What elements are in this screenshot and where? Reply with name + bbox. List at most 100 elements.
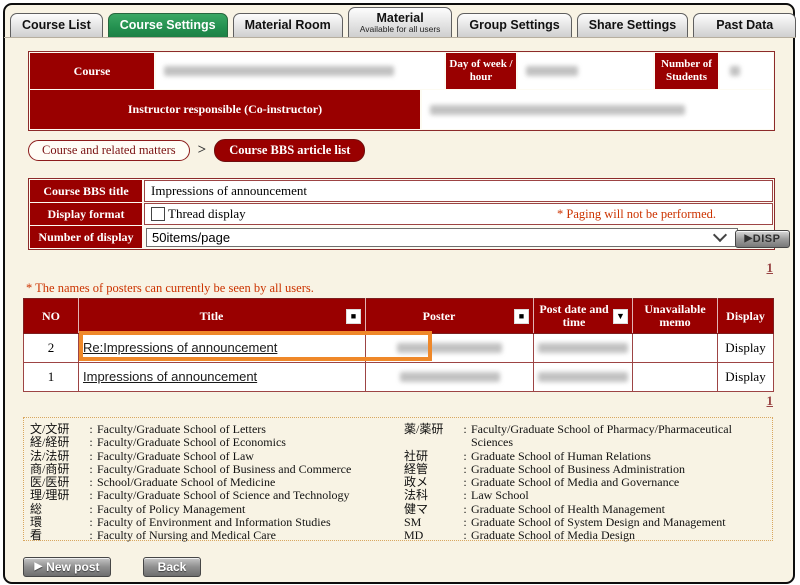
legend-item: 経管:Graduate School of Business Administr… [404, 463, 769, 476]
legend-item: 政メ:Graduate School of Media and Governan… [404, 476, 769, 489]
tabstrip-baseline [4, 37, 796, 38]
legend-item: 総:Faculty of Policy Management [30, 503, 400, 516]
instructor-label: Instructor responsible (Co-instructor) [30, 90, 420, 129]
disp-button-label: DISP [753, 233, 781, 245]
pagination-bottom: 1 [650, 392, 773, 410]
legend-item: MD:Graduate School of Media Design [404, 529, 769, 542]
course-info-table: Course Day of week / hour Number of Stud… [28, 51, 775, 131]
legend-left-column: 文/文研:Faculty/Graduate School of Letters … [30, 423, 400, 543]
day-of-week-value-cell [518, 53, 653, 89]
display-format-label: Display format [30, 203, 142, 225]
posters-visibility-note: * The names of posters can currently be … [26, 281, 314, 296]
tab-label: Material [376, 12, 423, 25]
disp-button[interactable]: ▶DISP [735, 230, 790, 248]
new-post-button[interactable]: ▶ New post [23, 557, 111, 577]
day-of-week-label: Day of week / hour [446, 53, 516, 89]
row-poster-cell [366, 363, 534, 392]
legend-item: 看:Faculty of Nursing and Medical Care [30, 529, 400, 542]
legend-item: 環:Faculty of Environment and Information… [30, 516, 400, 529]
redacted-poster-name [397, 343, 502, 353]
tab-past-data[interactable]: Past Data [693, 13, 796, 37]
sort-date-desc-icon[interactable]: ▼ [613, 309, 628, 324]
legend-item: 健マ:Graduate School of Health Management [404, 503, 769, 516]
tab-label: Share Settings [589, 19, 677, 32]
col-title: Title■ [79, 299, 366, 334]
col-poster: Poster ■ [366, 299, 534, 334]
triangle-right-icon: ▶ [34, 562, 42, 572]
display-format-cell: Thread display * Paging will not be perf… [144, 203, 773, 225]
row-poster-cell [366, 334, 534, 363]
tab-label: Past Data [716, 19, 773, 32]
row-no: 2 [24, 334, 79, 363]
row-title-cell: Re:Impressions of announcement [79, 334, 366, 363]
row-memo-cell [633, 334, 718, 363]
tab-course-settings[interactable]: Course Settings [108, 13, 228, 37]
legend-right-column: 薬/薬研:Faculty/Graduate School of Pharmacy… [404, 423, 769, 543]
col-poster-label: Poster [370, 310, 508, 323]
tab-label: Course Settings [120, 19, 216, 32]
legend-item: 薬/薬研:Faculty/Graduate School of Pharmacy… [404, 423, 769, 450]
legend-item: 社研:Graduate School of Human Relations [404, 450, 769, 463]
students-value-cell [720, 53, 773, 89]
faculty-legend: 文/文研:Faculty/Graduate School of Letters … [23, 417, 773, 541]
legend-item: 法科:Law School [404, 489, 769, 502]
redacted-post-date [538, 372, 628, 382]
new-post-button-label: New post [46, 560, 99, 574]
sort-poster-icon[interactable]: ■ [514, 309, 529, 324]
redacted-day-value [526, 66, 578, 76]
row-no: 1 [24, 363, 79, 392]
tab-course-list[interactable]: Course List [10, 13, 103, 37]
legend-item: SM:Graduate School of System Design and … [404, 516, 769, 529]
row-display-link[interactable]: Display [718, 334, 774, 363]
breadcrumb: Course and related matters > Course BBS … [28, 139, 365, 162]
tab-share-settings[interactable]: Share Settings [577, 13, 689, 37]
row-memo-cell [633, 363, 718, 392]
tabstrip: Course List Course Settings Material Roo… [10, 7, 792, 37]
back-button[interactable]: Back [143, 557, 201, 577]
course-label: Course [30, 53, 154, 89]
tab-material[interactable]: Material Available for all users [348, 7, 453, 37]
table-row: 2 Re:Impressions of announcement Display [24, 334, 774, 363]
tab-label: Material Room [245, 19, 331, 32]
tab-material-room[interactable]: Material Room [233, 13, 343, 37]
thread-display-checkbox-label: Thread display [168, 206, 246, 222]
tab-label: Group Settings [469, 19, 559, 32]
col-display: Display [718, 299, 774, 334]
paging-note: * Paging will not be performed. [557, 207, 716, 222]
col-date-label: Post date and time [538, 303, 610, 329]
pagination-top: 1 [650, 259, 773, 277]
legend-item: 商/商研:Faculty/Graduate School of Business… [30, 463, 400, 476]
row-date-cell [534, 334, 633, 363]
number-of-display-cell: 50items/page [144, 226, 773, 248]
sort-title-icon[interactable]: ■ [346, 309, 361, 324]
tab-group-settings[interactable]: Group Settings [457, 13, 571, 37]
bbs-title-label: Course BBS title [30, 180, 142, 202]
redacted-students-count [730, 66, 740, 76]
article-title-link[interactable]: Re:Impressions of announcement [83, 340, 277, 355]
col-no: NO [24, 299, 79, 334]
row-display-link[interactable]: Display [718, 363, 774, 392]
items-per-page-value: 50items/page [152, 230, 230, 245]
breadcrumb-arrow-icon: > [198, 142, 207, 159]
legend-item: 医/医研:School/Graduate School of Medicine [30, 476, 400, 489]
legend-item: 理/理研:Faculty/Graduate School of Science … [30, 489, 400, 502]
col-date: Post date and time▼ [534, 299, 633, 334]
redacted-course-name [164, 66, 394, 76]
breadcrumb-parent-button[interactable]: Course and related matters [28, 140, 190, 161]
table-header-row: NO Title■ Poster■ Post date and time▼ Un… [24, 299, 774, 334]
page-1-link[interactable]: 1 [767, 260, 774, 275]
thread-display-checkbox[interactable] [151, 207, 165, 221]
legend-item: 文/文研:Faculty/Graduate School of Letters [30, 423, 400, 436]
page-1-link[interactable]: 1 [767, 393, 774, 408]
items-per-page-select[interactable]: 50items/page [146, 228, 738, 247]
article-title-link[interactable]: Impressions of announcement [83, 369, 257, 384]
redacted-instructor-names [430, 105, 685, 115]
chevron-down-icon [713, 228, 727, 242]
back-button-label: Back [158, 560, 187, 574]
legend-item: 法/法研:Faculty/Graduate School of Law [30, 450, 400, 463]
bbs-settings-form: Course BBS title Impressions of announce… [28, 178, 775, 250]
tab-sublabel: Available for all users [360, 25, 441, 34]
triangle-right-icon: ▶ [745, 234, 753, 244]
redacted-poster-name [400, 372, 500, 382]
tab-label: Course List [22, 19, 91, 32]
